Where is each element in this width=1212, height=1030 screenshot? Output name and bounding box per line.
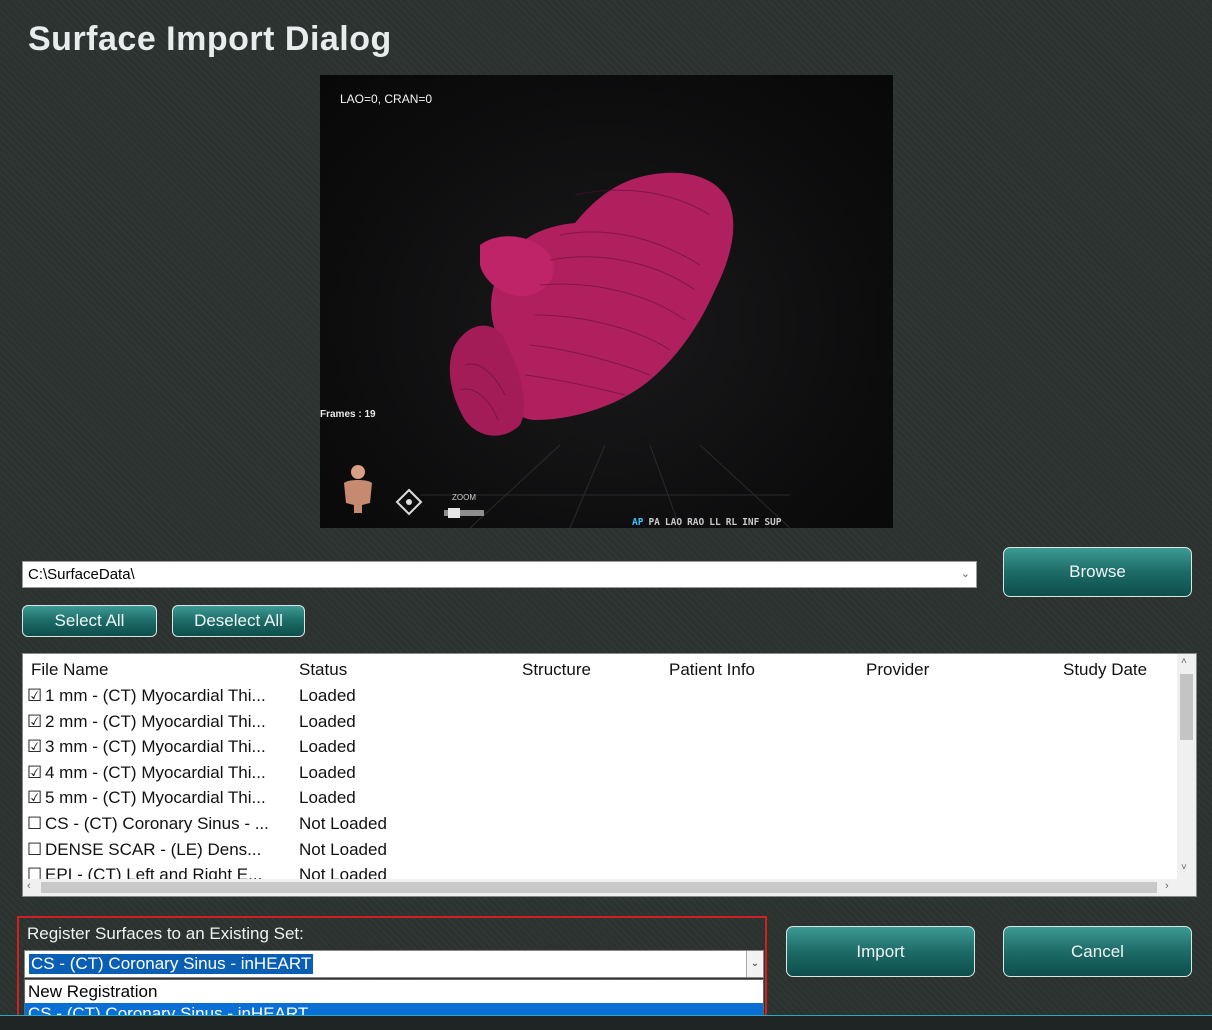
zoom-slider[interactable] [444, 505, 484, 518]
col-patient-info[interactable]: Patient Info [669, 660, 755, 680]
row-status: Loaded [299, 712, 356, 731]
cancel-button[interactable]: Cancel [1003, 926, 1192, 977]
row-file-name: 5 mm - (CT) Myocardial Thi... [45, 788, 266, 807]
orient-ll[interactable]: LL [709, 517, 720, 528]
select-all-button[interactable]: Select All [22, 605, 157, 637]
row-status: Loaded [299, 763, 356, 782]
col-study-date[interactable]: Study Date [1063, 660, 1147, 680]
path-combobox[interactable]: C:\SurfaceData\ ⌄ [22, 561, 977, 588]
zoom-label: ZOOM [452, 493, 476, 502]
scroll-right-icon[interactable]: › [1165, 880, 1169, 892]
register-label: Register Surfaces to an Existing Set: [27, 924, 304, 943]
scroll-up-icon[interactable]: ˄ [1181, 656, 1187, 667]
vertical-scrollbar[interactable]: ˄ ˅ [1177, 654, 1196, 880]
orient-inf[interactable]: INF [742, 517, 759, 528]
row-status: Loaded [299, 788, 356, 807]
register-panel: Register Surfaces to an Existing Set: CS… [17, 916, 767, 1026]
background-taskbar [0, 1015, 1212, 1030]
frames-label: Frames : 19 [320, 409, 376, 420]
table-row[interactable]: ☑ 2 mm - (CT) Myocardial Thi... Loaded [23, 712, 1177, 737]
chevron-down-icon[interactable]: ⌄ [961, 567, 970, 580]
horizontal-scroll-thumb[interactable] [41, 882, 1157, 893]
dialog-title: Surface Import Dialog [28, 20, 392, 58]
table-row[interactable]: ☑ 5 mm - (CT) Myocardial Thi... Loaded [23, 788, 1177, 813]
orient-rl[interactable]: RL [726, 517, 737, 528]
row-checkbox[interactable]: ☑ [27, 788, 42, 808]
row-checkbox[interactable]: ☑ [27, 763, 42, 783]
orient-sup[interactable]: SUP [764, 517, 781, 528]
orient-pa[interactable]: PA [648, 517, 659, 528]
table-row[interactable]: ☑ 1 mm - (CT) Myocardial Thi... Loaded [23, 686, 1177, 711]
row-status: Not Loaded [299, 840, 387, 859]
col-status[interactable]: Status [299, 660, 347, 680]
heart-model [449, 172, 734, 436]
row-file-name: 2 mm - (CT) Myocardial Thi... [45, 712, 266, 731]
row-status: Not Loaded [299, 814, 387, 833]
table-row[interactable]: ☑ 3 mm - (CT) Myocardial Thi... Loaded [23, 737, 1177, 762]
table-row[interactable]: ☐ CS - (CT) Coronary Sinus - ... Not Loa… [23, 814, 1177, 839]
orientation-bar: AP PA LAO RAO LL RL INF SUP [632, 512, 787, 528]
table-row[interactable]: ☑ 4 mm - (CT) Myocardial Thi... Loaded [23, 763, 1177, 788]
row-status: Loaded [299, 737, 356, 756]
row-file-name: 1 mm - (CT) Myocardial Thi... [45, 686, 266, 705]
vertical-scroll-thumb[interactable] [1180, 674, 1193, 740]
path-value: C:\SurfaceData\ [28, 566, 135, 583]
row-checkbox[interactable]: ☑ [27, 712, 42, 732]
orient-ap[interactable]: AP [632, 517, 643, 528]
col-provider[interactable]: Provider [866, 660, 929, 680]
table-header: File Name Status Structure Patient Info … [23, 654, 1177, 680]
row-checkbox[interactable]: ☑ [27, 737, 42, 757]
register-selected-value: CS - (CT) Coronary Sinus - inHEART [29, 954, 314, 974]
row-checkbox[interactable]: ☐ [27, 840, 42, 860]
row-file-name: CS - (CT) Coronary Sinus - ... [45, 814, 269, 833]
surface-3d-viewer[interactable]: LAO=0, CRAN=0 Frames : 19 ZOOM AP PA LAO RA… [320, 75, 893, 528]
scroll-down-icon[interactable]: ˅ [1181, 862, 1187, 873]
browse-button[interactable]: Browse [1003, 547, 1192, 597]
row-file-name: 3 mm - (CT) Myocardial Thi... [45, 737, 266, 756]
torso-orientation-icon[interactable] [340, 463, 376, 513]
row-checkbox[interactable]: ☑ [27, 686, 42, 706]
orient-lao[interactable]: LAO [665, 517, 682, 528]
viewer-canvas [420, 172, 791, 528]
col-file-name[interactable]: File Name [31, 660, 108, 680]
horizontal-scrollbar[interactable]: ‹ › [23, 879, 1196, 896]
view-angle-label: LAO=0, CRAN=0 [340, 92, 433, 106]
scroll-left-icon[interactable]: ‹ [27, 880, 31, 892]
rotate-icon[interactable] [395, 488, 423, 516]
chevron-down-icon[interactable]: ⌄ [746, 951, 763, 977]
row-file-name: 4 mm - (CT) Myocardial Thi... [45, 763, 266, 782]
file-table[interactable]: File Name Status Structure Patient Info … [22, 653, 1197, 897]
table-row[interactable]: ☐ DENSE SCAR - (LE) Dens... Not Loaded [23, 840, 1177, 865]
deselect-all-button[interactable]: Deselect All [172, 605, 305, 637]
orient-rao[interactable]: RAO [687, 517, 704, 528]
row-checkbox[interactable]: ☐ [27, 814, 42, 834]
col-structure[interactable]: Structure [522, 660, 591, 680]
register-select[interactable]: CS - (CT) Coronary Sinus - inHEART ⌄ [24, 950, 764, 978]
import-button[interactable]: Import [786, 926, 975, 977]
dropdown-option-new-registration[interactable]: New Registration [25, 981, 763, 1003]
row-status: Loaded [299, 686, 356, 705]
row-file-name: DENSE SCAR - (LE) Dens... [45, 840, 262, 859]
